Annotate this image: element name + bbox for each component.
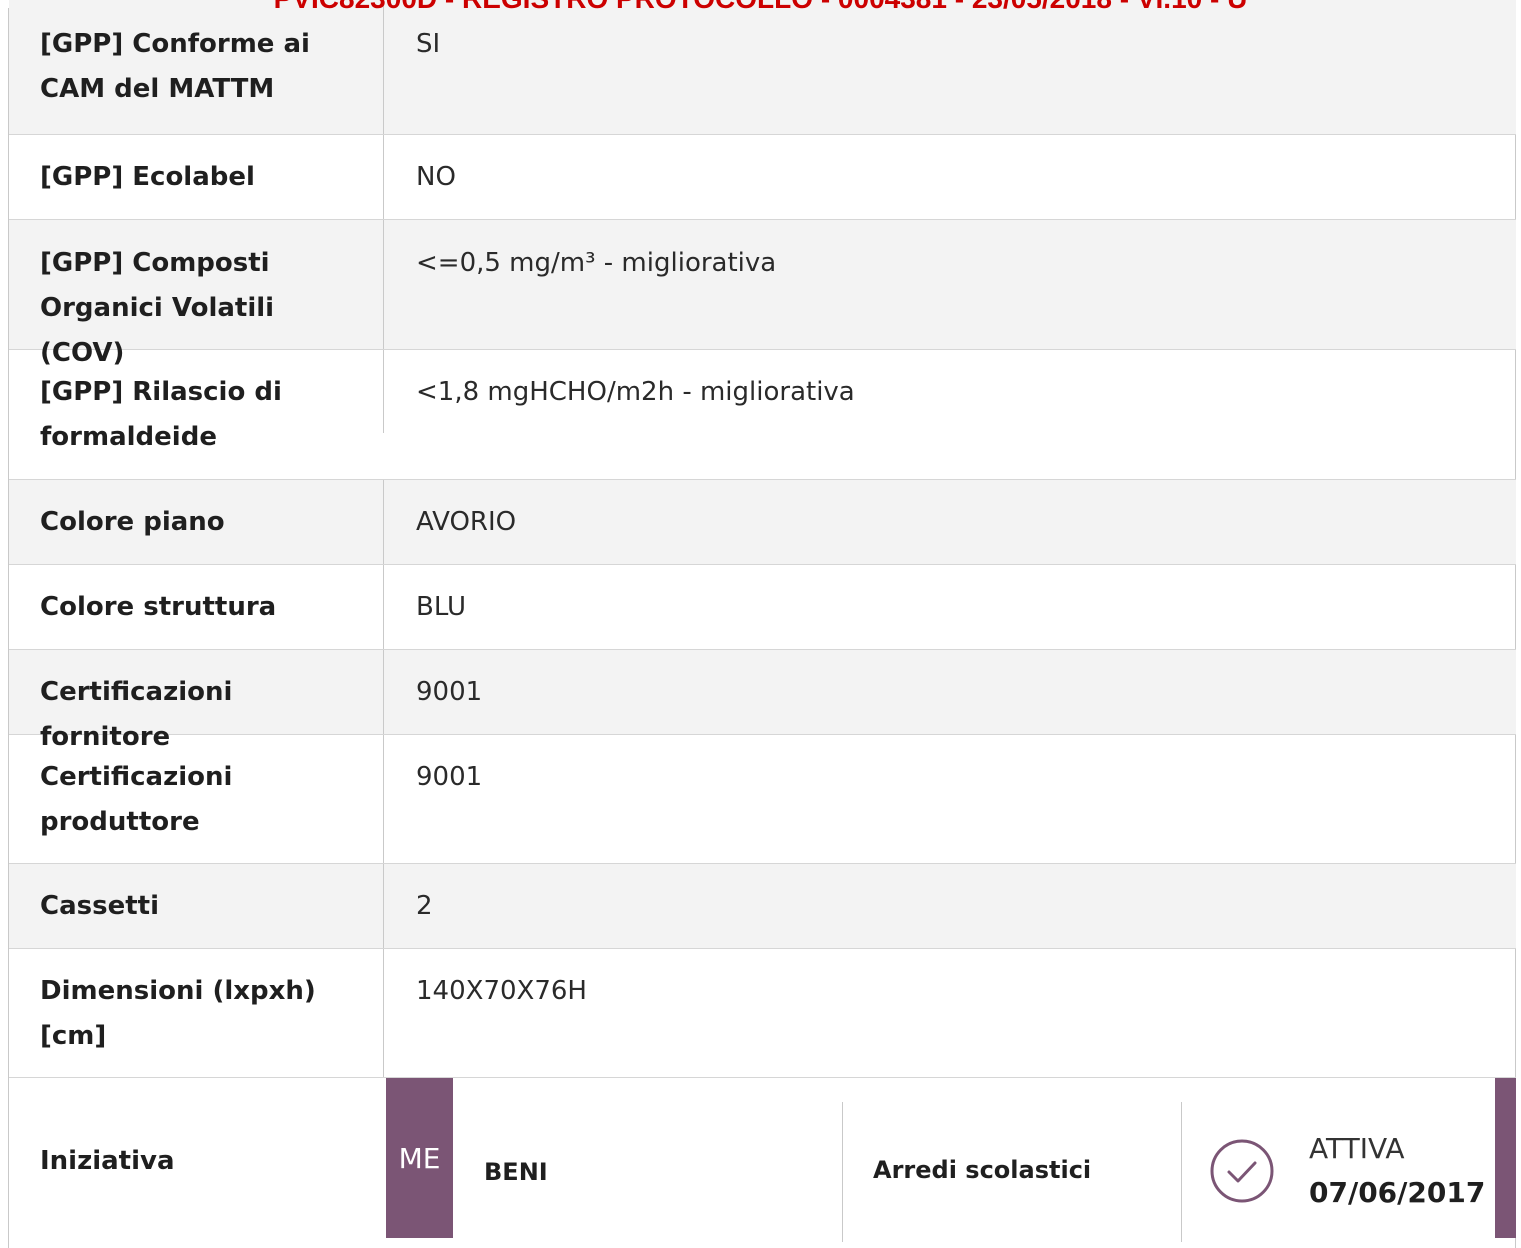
initiative-label: Iniziativa bbox=[40, 1146, 175, 1176]
initiative-category: BENI bbox=[484, 1158, 548, 1186]
column-divider bbox=[1181, 1102, 1182, 1242]
row-label: Dimensioni (lxpxh) [cm] bbox=[40, 976, 316, 1051]
table-row: Dimensioni (lxpxh) [cm] 140X70X76H bbox=[9, 949, 1516, 1078]
row-value: 9001 bbox=[416, 762, 483, 792]
row-value: 9001 bbox=[416, 677, 483, 707]
column-divider bbox=[383, 864, 384, 948]
column-divider bbox=[383, 735, 384, 863]
column-divider bbox=[383, 650, 384, 734]
row-label: [GPP] Rilascio di formaldeide bbox=[40, 377, 282, 452]
initiative-date: 07/06/2017 bbox=[1309, 1176, 1486, 1209]
row-label: Colore piano bbox=[40, 507, 225, 537]
row-value: 2 bbox=[416, 891, 433, 921]
table-row: [GPP] Composti Organici Volatili (COV) <… bbox=[9, 220, 1516, 368]
column-divider bbox=[383, 949, 384, 1077]
initiative-subcategory: Arredi scolastici bbox=[873, 1156, 1092, 1184]
table-row: Certificazioni fornitore 9001 bbox=[9, 650, 1516, 752]
row-label: [GPP] Conforme ai CAM del MATTM bbox=[40, 29, 310, 104]
row-value: AVORIO bbox=[416, 507, 517, 537]
check-circle-icon bbox=[1210, 1139, 1274, 1203]
row-value: SI bbox=[416, 29, 441, 59]
row-value: NO bbox=[416, 162, 456, 192]
row-value: BLU bbox=[416, 592, 467, 622]
table-row: [GPP] Conforme ai CAM del MATTM SI bbox=[9, 0, 1516, 135]
column-divider bbox=[383, 480, 384, 564]
initiative-status: ATTIVA bbox=[1309, 1132, 1405, 1165]
marketplace-badge: ME bbox=[386, 1078, 453, 1238]
column-divider bbox=[383, 565, 384, 649]
row-label: Certificazioni produttore bbox=[40, 762, 233, 837]
table-row: Cassetti 2 bbox=[9, 864, 1516, 949]
accent-bar bbox=[1495, 1078, 1516, 1238]
table-row: Colore piano AVORIO bbox=[9, 480, 1516, 565]
column-divider bbox=[383, 0, 384, 134]
column-divider bbox=[383, 350, 384, 433]
initiative-row: Iniziativa ME BENI Arredi scolastici ATT… bbox=[9, 1078, 1516, 1242]
row-label: [GPP] Ecolabel bbox=[40, 162, 255, 192]
column-divider bbox=[383, 135, 384, 219]
protocol-stamp: PVIC82300D - REGISTRO PROTOCOLLO - 00043… bbox=[0, 0, 1521, 14]
table-row: [GPP] Rilascio di formaldeide <1,8 mgHCH… bbox=[9, 350, 1516, 480]
row-label: Colore struttura bbox=[40, 592, 277, 622]
row-label: Cassetti bbox=[40, 891, 159, 921]
table-row: Certificazioni produttore 9001 bbox=[9, 735, 1516, 864]
row-value: <1,8 mgHCHO/m2h - migliorativa bbox=[416, 377, 855, 407]
row-value: 140X70X76H bbox=[416, 976, 587, 1006]
table-row: Colore struttura BLU bbox=[9, 565, 1516, 650]
row-value: <=0,5 mg/m³ - migliorativa bbox=[416, 248, 777, 278]
column-divider bbox=[842, 1102, 843, 1242]
table-row: [GPP] Ecolabel NO bbox=[9, 135, 1516, 220]
column-divider bbox=[383, 220, 384, 349]
